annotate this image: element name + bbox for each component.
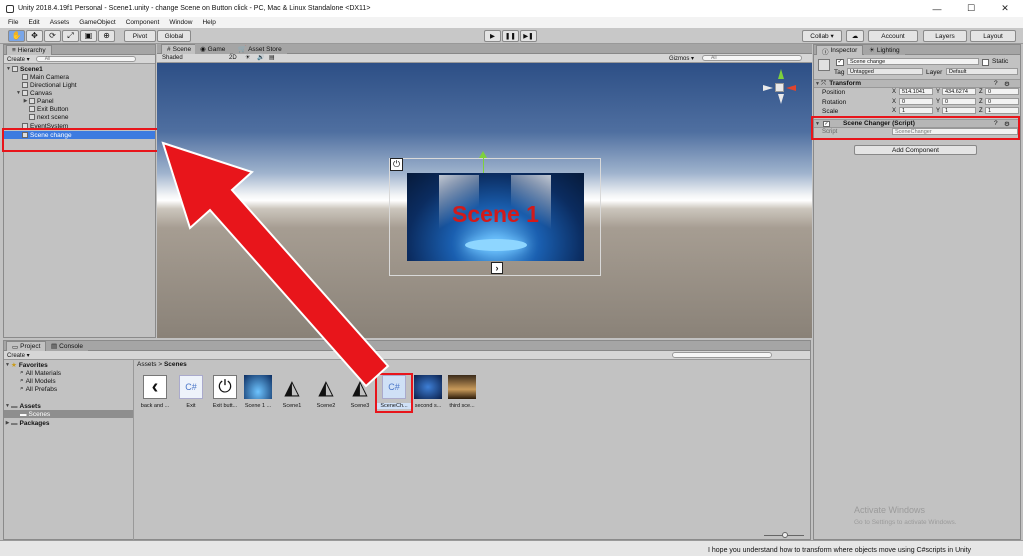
annotation-arrow (161, 141, 390, 388)
annotation-arrow-shape (161, 141, 390, 388)
